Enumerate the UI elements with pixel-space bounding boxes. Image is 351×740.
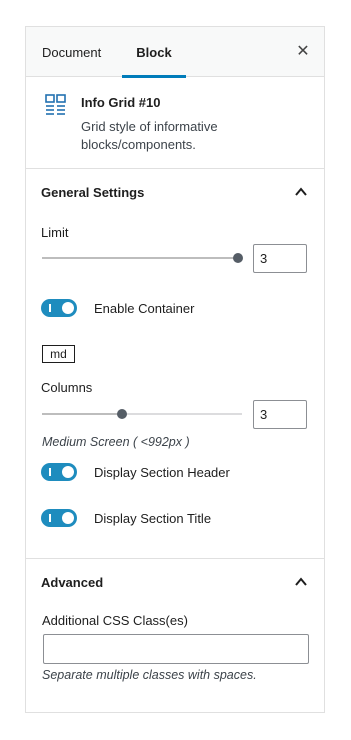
tab-block[interactable]: Block (122, 27, 186, 78)
advanced-section: Advanced Additional CSS Class(es) Separa… (26, 559, 324, 713)
general-settings-title: General Settings (41, 185, 145, 200)
block-title: Info Grid #10 (81, 95, 161, 110)
tab-document[interactable]: Document (42, 27, 101, 77)
display-section-header-toggle[interactable] (41, 463, 77, 481)
limit-slider-fill (42, 257, 238, 259)
advanced-toggle[interactable]: Advanced (26, 559, 324, 605)
limit-slider[interactable] (42, 253, 243, 263)
advanced-title: Advanced (41, 575, 104, 590)
general-settings-section: General Settings Limit Enable Container … (26, 169, 324, 559)
enable-container-label: Enable Container (94, 301, 195, 316)
columns-slider-thumb[interactable] (117, 409, 127, 419)
grid-block-icon (45, 94, 66, 115)
enable-container-toggle[interactable] (41, 299, 77, 317)
css-class-label: Additional CSS Class(es) (42, 613, 188, 628)
display-section-title-toggle[interactable] (41, 509, 77, 527)
limit-label: Limit (41, 225, 69, 240)
chevron-up-icon (295, 577, 307, 586)
block-info-card: Info Grid #10 Grid style of informative … (26, 77, 324, 169)
block-description: Grid style of informative blocks/compone… (81, 119, 218, 152)
columns-input[interactable] (253, 400, 307, 429)
css-class-input[interactable] (43, 634, 309, 664)
display-section-header-label: Display Section Header (94, 465, 230, 480)
screen-size-help: Medium Screen ( <992px ) (42, 435, 190, 449)
css-class-help: Separate multiple classes with spaces. (42, 668, 257, 682)
block-settings-panel: Document Block ✕ Info Grid #10 Grid styl… (25, 26, 325, 713)
columns-slider[interactable] (42, 409, 242, 419)
limit-input[interactable] (253, 244, 307, 273)
chevron-up-icon (295, 187, 307, 196)
sidebar-tabs: Document Block ✕ (26, 27, 324, 78)
columns-label: Columns (41, 380, 93, 395)
close-icon[interactable]: ✕ (292, 41, 314, 63)
limit-slider-thumb[interactable] (233, 253, 243, 263)
breakpoint-md-button[interactable]: md (42, 345, 75, 363)
display-section-title-label: Display Section Title (94, 511, 212, 526)
columns-slider-fill (42, 413, 122, 415)
general-settings-toggle[interactable]: General Settings (26, 169, 324, 215)
